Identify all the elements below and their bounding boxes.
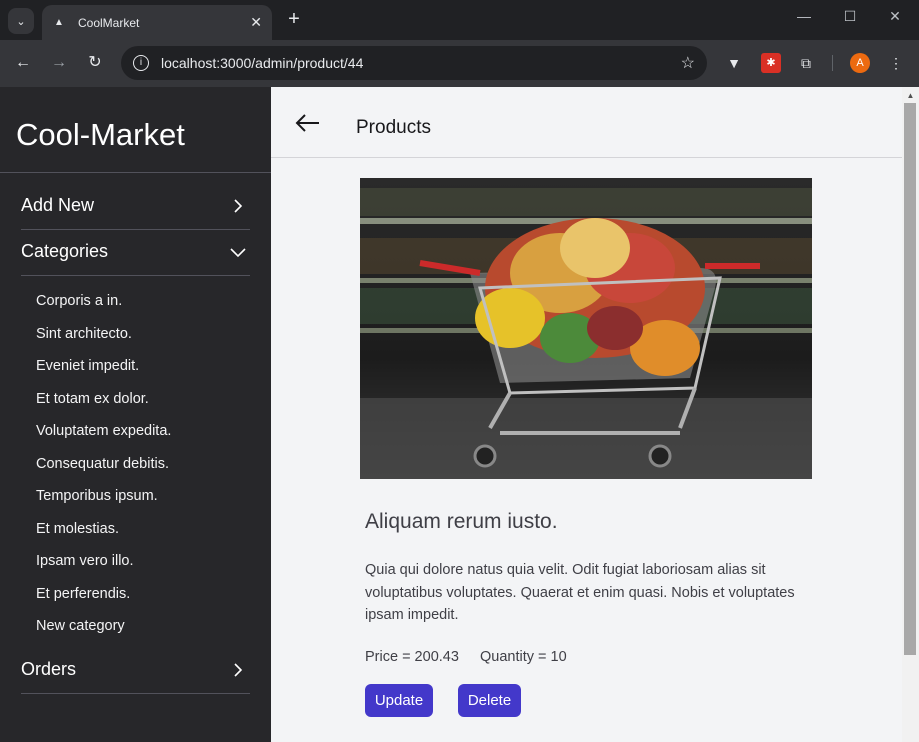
bookmark-star-icon[interactable]: ☆ [681, 53, 695, 73]
browser-tab-bar: ⌄ ▲ CoolMarket ✕ + — ☐ ✕ [0, 0, 919, 40]
maximize-icon[interactable]: ☐ [838, 8, 862, 25]
chevron-down-icon [230, 248, 246, 258]
scrollbar-thumb[interactable] [904, 103, 916, 655]
new-tab-button[interactable]: + [284, 8, 304, 32]
toolbar-separator [832, 55, 833, 71]
sidebar-item-orders[interactable]: Orders [21, 648, 250, 694]
sidebar-item-add-new[interactable]: Add New [21, 184, 250, 230]
category-item[interactable]: Temporibus ipsum. [36, 488, 158, 504]
chevron-right-icon [234, 663, 243, 677]
address-bar[interactable]: i localhost:3000/admin/product/44 ☆ [121, 46, 707, 80]
page-header: Products [271, 87, 902, 158]
sidebar-item-label: Orders [21, 659, 77, 679]
profile-avatar[interactable]: A [850, 53, 870, 73]
category-item[interactable]: Et totam ex dolor. [36, 391, 149, 407]
category-item[interactable]: Ipsam vero illo. [36, 553, 134, 569]
extension-red-icon[interactable]: ✱ [761, 53, 781, 73]
extension-v-icon[interactable]: ▼ [724, 53, 744, 73]
tab-favicon-icon: ▲ [54, 17, 64, 28]
category-item[interactable]: Corporis a in. [36, 293, 122, 309]
product-name: Aliquam rerum iusto. [365, 510, 558, 533]
menu-kebab-icon[interactable]: ⋮ [886, 53, 906, 73]
url-text[interactable]: localhost:3000/admin/product/44 [161, 55, 681, 71]
product-quantity: Quantity = 10 [480, 649, 567, 665]
sidebar: Cool-Market Add New Categories Corporis … [0, 87, 271, 742]
minimize-icon[interactable]: — [792, 8, 816, 24]
category-item[interactable]: Consequatur debitis. [36, 456, 169, 472]
tab-close-icon[interactable]: ✕ [250, 14, 262, 31]
back-arrow-icon[interactable] [295, 113, 321, 133]
product-image [360, 178, 812, 479]
product-price: Price = 200.43 [365, 649, 459, 665]
sidebar-item-label: Categories [21, 241, 109, 261]
site-info-icon[interactable]: i [133, 55, 149, 71]
tab-search-button[interactable]: ⌄ [8, 8, 34, 34]
scroll-up-icon[interactable]: ▲ [902, 91, 919, 101]
forward-arrow-icon[interactable]: → [48, 52, 70, 74]
sidebar-item-categories[interactable]: Categories [21, 230, 250, 276]
delete-button[interactable]: Delete [458, 684, 521, 717]
sidebar-item-label: Add New [21, 195, 95, 215]
browser-toolbar: ← → ↻ i localhost:3000/admin/product/44 … [0, 40, 919, 87]
main-content: Products Aliquam rerum iusto. Quia qui d… [271, 87, 902, 742]
category-item[interactable]: Sint architecto. [36, 326, 132, 342]
window-close-icon[interactable]: ✕ [883, 8, 907, 25]
page-scrollbar[interactable]: ▲ [902, 87, 919, 742]
chevron-right-icon [234, 199, 243, 213]
category-item[interactable]: Eveniet impedit. [36, 358, 139, 374]
category-item[interactable]: Voluptatem expedita. [36, 423, 171, 439]
brand-title[interactable]: Cool-Market [16, 117, 185, 153]
reload-icon[interactable]: ↻ [84, 52, 106, 74]
extensions-puzzle-icon[interactable]: ⧉ [796, 53, 816, 73]
page: Cool-Market Add New Categories Corporis … [0, 87, 919, 742]
browser-tab[interactable]: ▲ CoolMarket ✕ [42, 5, 272, 40]
page-title: Products [356, 117, 431, 138]
tab-title: CoolMarket [78, 15, 140, 30]
product-description: Quia qui dolore natus quia velit. Odit f… [365, 562, 795, 623]
category-item[interactable]: Et perferendis. [36, 586, 130, 602]
category-item[interactable]: New category [36, 618, 125, 634]
brand-divider [0, 172, 271, 173]
back-arrow-icon[interactable]: ← [12, 52, 34, 74]
category-item[interactable]: Et molestias. [36, 521, 119, 537]
update-button[interactable]: Update [365, 684, 433, 717]
